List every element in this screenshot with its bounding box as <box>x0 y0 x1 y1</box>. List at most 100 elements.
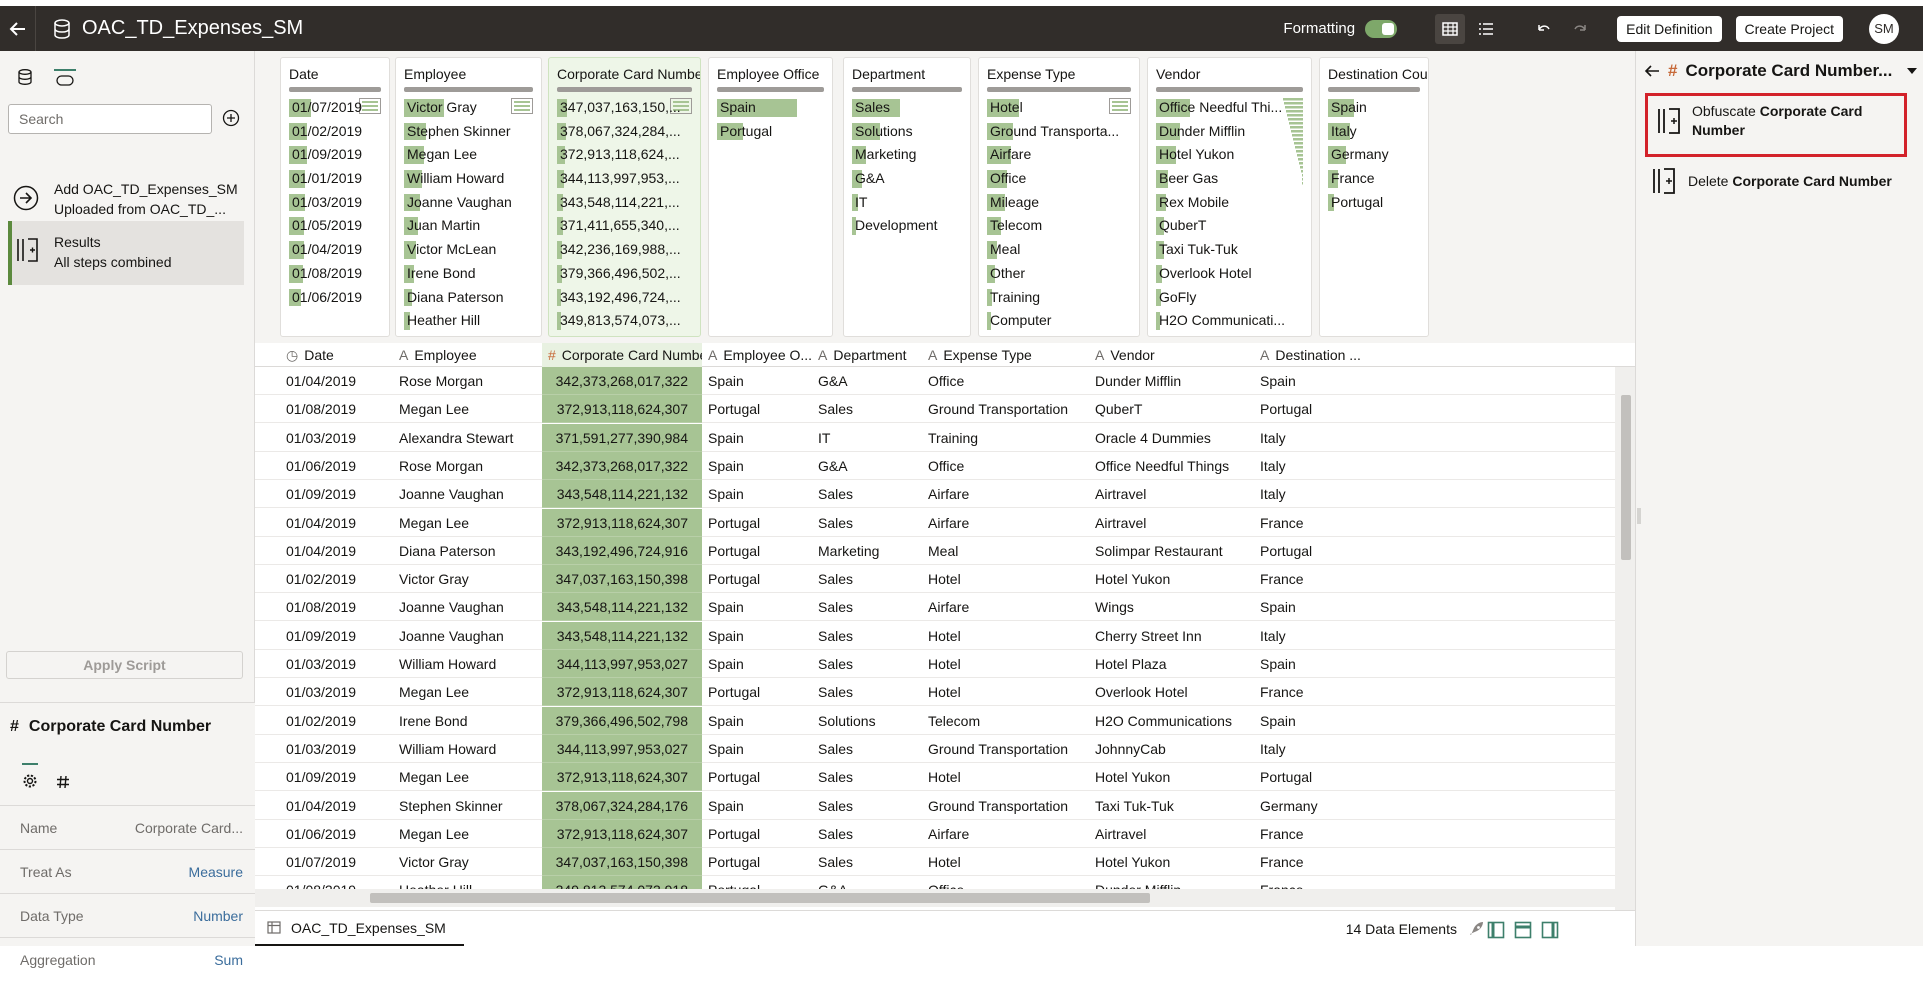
table-cell[interactable]: Cherry Street Inn <box>1089 622 1254 650</box>
table-cell[interactable]: Megan Lee <box>393 820 542 848</box>
table-cell[interactable]: Dunder Mifflin <box>1089 367 1254 395</box>
step-results[interactable]: Results All steps combined <box>8 221 244 285</box>
table-cell[interactable]: Portugal <box>702 509 812 537</box>
table-cell[interactable]: 372,913,118,624,307 <box>542 395 702 424</box>
undo-button[interactable] <box>1529 14 1559 44</box>
table-cell[interactable]: Megan Lee <box>393 395 542 423</box>
table-cell[interactable]: 01/04/2019 <box>280 367 393 395</box>
list-view-button[interactable] <box>1471 14 1501 44</box>
profile-card-employee[interactable]: Employee Victor Gray Stephen Skinner Megan … <box>395 57 542 337</box>
table-row[interactable]: 01/08/2019 Megan Lee 372,913,118,624,307 Po… <box>255 395 1615 424</box>
profile-value[interactable]: 01/02/2019 <box>289 120 381 144</box>
table-cell[interactable]: William Howard <box>393 735 542 763</box>
property-value[interactable]: Sum <box>214 952 243 968</box>
table-cell[interactable]: Airtravel <box>1089 509 1254 537</box>
table-cell[interactable]: Irene Bond <box>393 707 542 735</box>
table-cell[interactable]: Spain <box>702 480 812 508</box>
table-cell[interactable]: 01/09/2019 <box>280 480 393 508</box>
table-cell[interactable]: France <box>1254 565 1364 593</box>
table-cell[interactable]: Spain <box>702 367 812 395</box>
table-cell[interactable]: 01/02/2019 <box>280 707 393 735</box>
table-cell[interactable]: 01/04/2019 <box>280 792 393 820</box>
table-cell[interactable]: G&A <box>812 367 922 395</box>
layout-top-icon[interactable] <box>1514 921 1532 939</box>
profile-value[interactable]: Ground Transporta... <box>987 120 1131 144</box>
table-cell[interactable]: Portugal <box>1254 537 1364 565</box>
profile-value[interactable]: Joanne Vaughan <box>404 191 533 215</box>
table-cell[interactable]: Hotel Plaza <box>1089 650 1254 678</box>
column-header-vendor[interactable]: A Vendor <box>1089 343 1254 367</box>
tab-data[interactable] <box>14 69 36 93</box>
layout-left-icon[interactable] <box>1487 921 1505 939</box>
profile-value[interactable]: Sales <box>852 96 962 120</box>
table-row[interactable]: 01/06/2019 Rose Morgan 342,373,268,017,322… <box>255 451 1615 480</box>
profile-value[interactable]: H2O Communicati... <box>1156 309 1303 333</box>
property-value[interactable]: Measure <box>189 864 243 880</box>
table-cell[interactable]: Portugal <box>702 395 812 423</box>
column-header-expense-type[interactable]: A Expense Type <box>922 343 1089 367</box>
table-row[interactable]: 01/04/2019 Stephen Skinner 378,067,324,284… <box>255 791 1615 820</box>
profile-card-corporate-card-number[interactable]: Corporate Card Number 347,037,163,150,...… <box>548 57 701 337</box>
profile-value[interactable]: William Howard <box>404 167 533 191</box>
table-cell[interactable]: France <box>1254 678 1364 706</box>
table-cell[interactable]: G&A <box>812 452 922 480</box>
profile-value[interactable]: Victor McLean <box>404 238 533 262</box>
table-cell[interactable]: 372,913,118,624,307 <box>542 763 702 792</box>
table-cell[interactable]: Joanne Vaughan <box>393 622 542 650</box>
profile-value[interactable]: 01/03/2019 <box>289 191 381 215</box>
table-cell[interactable]: Joanne Vaughan <box>393 480 542 508</box>
profile-value[interactable]: Megan Lee <box>404 143 533 167</box>
profile-value[interactable]: Telecom <box>987 214 1131 238</box>
table-cell[interactable]: 01/04/2019 <box>280 537 393 565</box>
table-cell[interactable]: Sales <box>812 395 922 423</box>
table-cell[interactable]: 01/04/2019 <box>280 509 393 537</box>
profile-value[interactable]: G&A <box>852 167 962 191</box>
profile-value[interactable]: 378,067,324,284,... <box>557 120 692 144</box>
table-cell[interactable]: 343,548,114,221,132 <box>542 621 702 650</box>
profile-value[interactable]: 01/09/2019 <box>289 143 381 167</box>
table-cell[interactable]: Hotel <box>922 678 1089 706</box>
table-cell[interactable]: Sales <box>812 565 922 593</box>
search-input[interactable]: Search <box>8 104 212 134</box>
profile-card-destination-cou[interactable]: Destination Cou... Spain Italy Germany Franc… <box>1319 57 1429 337</box>
recommendation-delete[interactable]: Delete Corporate Card Number <box>1645 166 1907 196</box>
table-row[interactable]: 01/02/2019 Victor Gray 347,037,163,150,398… <box>255 565 1615 594</box>
table-cell[interactable]: Overlook Hotel <box>1089 678 1254 706</box>
profile-value[interactable]: 01/01/2019 <box>289 167 381 191</box>
table-cell[interactable]: Sales <box>812 622 922 650</box>
table-row[interactable]: 01/04/2019 Diana Paterson 343,192,496,724,… <box>255 536 1615 565</box>
table-cell[interactable]: 01/07/2019 <box>280 848 393 876</box>
table-cell[interactable]: Ground Transportation <box>922 395 1089 423</box>
table-row[interactable]: 01/03/2019 William Howard 344,113,997,953,… <box>255 650 1615 678</box>
table-cell[interactable]: Sales <box>812 650 922 678</box>
recommendation-obfuscate[interactable]: Obfuscate Corporate Card Number <box>1645 93 1907 157</box>
tab-number-format[interactable] <box>56 763 70 793</box>
table-cell[interactable]: Hotel <box>922 848 1089 876</box>
table-cell[interactable]: Alexandra Stewart <box>393 424 542 452</box>
panel-resize-handle[interactable] <box>1636 506 1644 536</box>
table-cell[interactable]: Rose Morgan <box>393 367 542 395</box>
table-cell[interactable]: Telecom <box>922 707 1089 735</box>
apply-script-button[interactable]: Apply Script <box>6 651 243 679</box>
table-cell[interactable]: Hotel <box>922 650 1089 678</box>
table-cell[interactable]: Megan Lee <box>393 678 542 706</box>
profile-value[interactable]: 01/06/2019 <box>289 286 381 310</box>
table-cell[interactable]: Sales <box>812 480 922 508</box>
table-cell[interactable]: Hotel Yukon <box>1089 565 1254 593</box>
table-cell[interactable]: 01/02/2019 <box>280 565 393 593</box>
table-cell[interactable]: Spain <box>702 735 812 763</box>
table-cell[interactable]: William Howard <box>393 650 542 678</box>
table-cell[interactable]: Sales <box>812 678 922 706</box>
table-cell[interactable]: Spain <box>702 707 812 735</box>
table-cell[interactable]: Hotel <box>922 622 1089 650</box>
table-cell[interactable]: Portugal <box>702 678 812 706</box>
table-cell[interactable]: 378,067,324,284,176 <box>542 791 702 820</box>
column-header-corporate-card-number[interactable]: # Corporate Card Number <box>542 343 702 367</box>
profile-value[interactable]: 347,037,163,150,... <box>557 96 692 120</box>
table-cell[interactable]: Spain <box>702 424 812 452</box>
table-cell[interactable]: Sales <box>812 735 922 763</box>
profile-value[interactable]: Other <box>987 262 1131 286</box>
table-cell[interactable]: Portugal <box>702 565 812 593</box>
table-row[interactable]: 01/09/2019 Joanne Vaughan 343,548,114,221,… <box>255 480 1615 509</box>
table-cell[interactable]: 347,037,163,150,398 <box>542 565 702 594</box>
